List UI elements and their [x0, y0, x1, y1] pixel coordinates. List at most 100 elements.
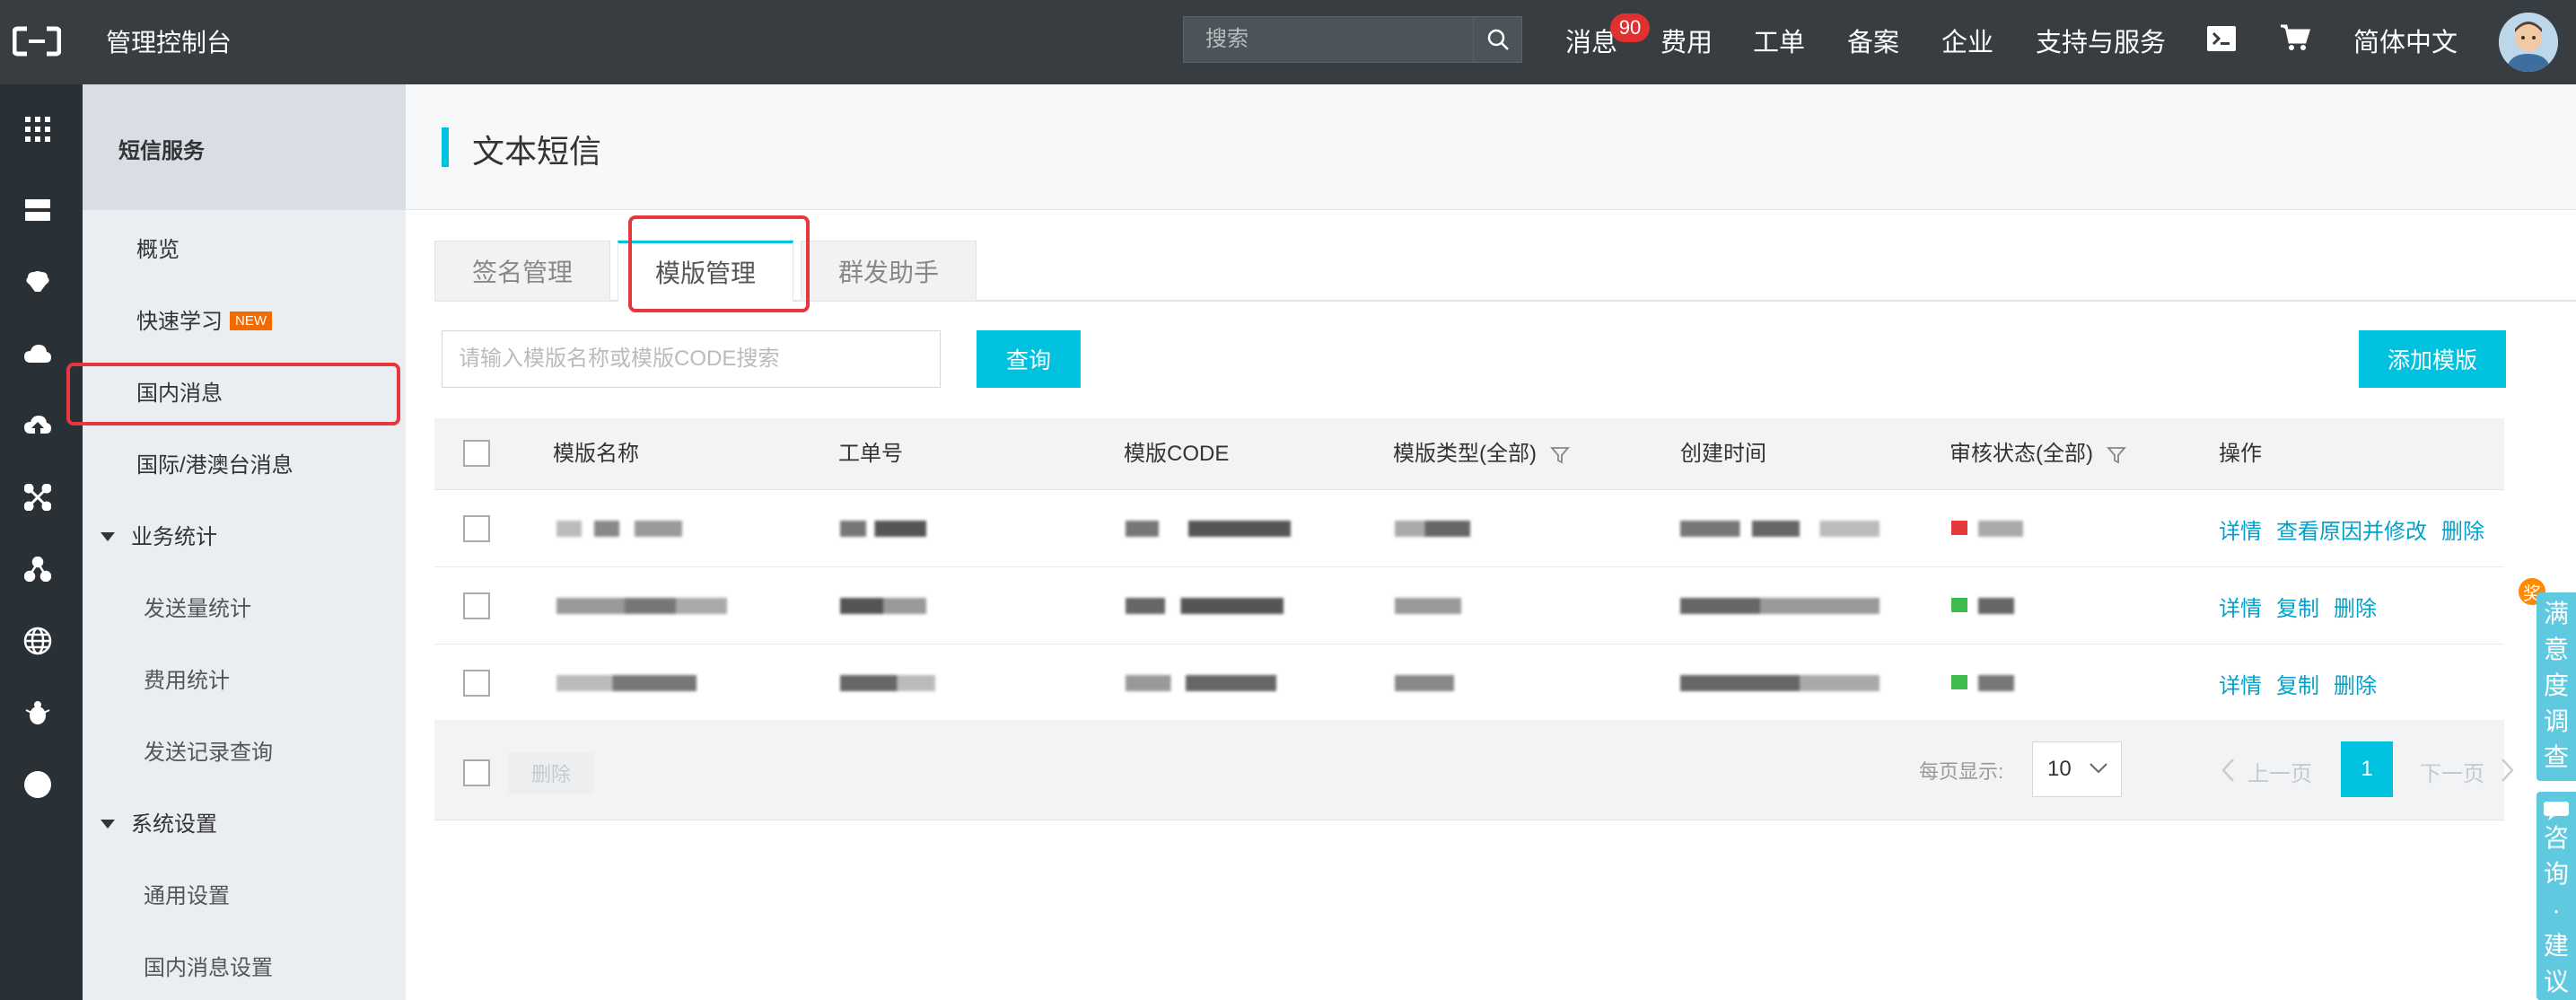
chevron-right-icon[interactable] [2501, 758, 2515, 783]
sidebar-item-domestic-settings[interactable]: 国内消息设置 [144, 950, 273, 981]
consult-label: 咨询·建议 [2544, 824, 2570, 996]
column-header-status[interactable]: 审核状态(全部) [1950, 418, 2126, 490]
status-approved-icon [1951, 598, 1967, 612]
cluster-icon[interactable] [20, 551, 56, 587]
redacted-template-name [556, 598, 727, 614]
detail-link[interactable]: 详情 [2219, 668, 2262, 699]
redacted-template-type [1395, 598, 1461, 614]
sidebar-group-stats[interactable]: 业务统计 [101, 519, 217, 550]
network-icon[interactable] [20, 479, 56, 515]
nav-icp[interactable]: 备案 [1847, 22, 1899, 59]
sidebar-group-label: 业务统计 [131, 525, 217, 549]
detail-link[interactable]: 详情 [2219, 591, 2262, 622]
page-title: 文本短信 [472, 133, 602, 170]
redacted-template-code [1126, 675, 1276, 691]
status-approved-icon [1951, 675, 1967, 689]
sidebar-item-cost-stats[interactable]: 费用统计 [144, 662, 230, 694]
bug-icon[interactable] [20, 695, 56, 731]
footer-select-all-checkbox[interactable] [463, 759, 490, 786]
nav-support[interactable]: 支持与服务 [2036, 22, 2166, 59]
add-template-button[interactable]: 添加模版 [2359, 330, 2506, 388]
view-reason-link[interactable]: 查看原因并修改 [2276, 513, 2427, 545]
message-count-badge: 90 [1610, 13, 1650, 42]
detail-link[interactable]: 详情 [2219, 513, 2262, 545]
column-header-actions: 操作 [2219, 442, 2262, 466]
tab-signature[interactable]: 签名管理 [434, 241, 610, 302]
server-icon[interactable] [20, 192, 56, 228]
prev-page-button[interactable]: 上一页 [2247, 756, 2312, 787]
aliyun-logo-icon[interactable] [13, 23, 61, 59]
query-button[interactable]: 查询 [977, 330, 1081, 388]
cart-icon[interactable] [2280, 23, 2310, 52]
satisfaction-survey-tab[interactable]: 满意度调查 [2537, 592, 2576, 781]
row-checkbox[interactable] [463, 670, 490, 697]
nav-billing[interactable]: 费用 [1660, 22, 1713, 59]
search-button[interactable] [1473, 17, 1521, 62]
avatar[interactable] [2499, 13, 2558, 72]
bulk-delete-button[interactable]: 删除 [508, 752, 594, 794]
sidebar-item-send-records[interactable]: 发送记录查询 [144, 734, 273, 766]
delete-link[interactable]: 删除 [2441, 513, 2484, 545]
template-search-input[interactable] [442, 330, 941, 388]
sidebar-title: 短信服务 [118, 139, 205, 163]
caret-down-icon [101, 531, 115, 541]
column-header-type[interactable]: 模版类型(全部) [1393, 418, 1570, 490]
table-row: 详情 复制 删除 [434, 645, 2504, 722]
delete-link[interactable]: 删除 [2334, 668, 2377, 699]
column-header-label: 审核状态(全部) [1950, 442, 2093, 466]
search-icon [1487, 29, 1509, 50]
nav-language[interactable]: 简体中文 [2353, 22, 2458, 59]
grid-icon[interactable] [20, 111, 56, 147]
copy-link[interactable]: 复制 [2276, 668, 2319, 699]
nav-enterprise[interactable]: 企业 [1941, 22, 1993, 59]
global-search [1183, 16, 1522, 63]
sidebar-item-international[interactable]: 国际/港澳台消息 [136, 447, 294, 478]
next-page-button[interactable]: 下一页 [2420, 756, 2484, 787]
cloud-upload-icon[interactable] [20, 408, 56, 443]
filter-icon[interactable] [1549, 445, 1570, 465]
chevron-left-icon[interactable] [2221, 758, 2235, 783]
tab-bulk-send[interactable]: 群发助手 [801, 241, 977, 302]
circle-icon[interactable] [20, 767, 56, 803]
redacted-created-time [1680, 598, 1879, 614]
product-icon-rail [0, 84, 83, 1000]
redacted-template-type [1395, 521, 1470, 537]
copy-link[interactable]: 复制 [2276, 591, 2319, 622]
highlight-box-template-tab [628, 215, 810, 312]
sidebar-item-general-settings[interactable]: 通用设置 [144, 878, 230, 909]
status-rejected-icon [1951, 521, 1967, 535]
redacted-status-text [1978, 521, 2023, 537]
page-size-select[interactable]: 10 [2032, 741, 2122, 797]
page-1-button[interactable]: 1 [2341, 741, 2393, 797]
column-header-name: 模版名称 [553, 442, 639, 466]
sidebar-item-send-stats[interactable]: 发送量统计 [144, 591, 251, 622]
row-checkbox[interactable] [463, 515, 490, 542]
sidebar-item-quick-learn[interactable]: 快速学习 NEW [136, 303, 272, 335]
sidebar-group-label: 系统设置 [131, 812, 217, 837]
sidebar-item-overview[interactable]: 概览 [136, 232, 180, 263]
redacted-template-name [556, 675, 697, 691]
delete-link[interactable]: 删除 [2334, 591, 2377, 622]
cloud-icon[interactable] [20, 336, 56, 372]
service-sidebar: 短信服务 概览 快速学习 NEW 国内消息 国际/港澳台消息 业务统计 发送量统计… [83, 84, 406, 1000]
terminal-icon[interactable] [2206, 25, 2237, 52]
sidebar-group-settings[interactable]: 系统设置 [101, 806, 217, 838]
sidebar-item-label: 快速学习 [136, 310, 223, 334]
consult-tab[interactable]: 咨询·建议 [2537, 792, 2576, 1000]
column-header-ticket: 工单号 [838, 442, 903, 466]
user-avatar-icon [2499, 13, 2558, 72]
redacted-template-code [1126, 598, 1284, 614]
nav-tickets[interactable]: 工单 [1753, 22, 1805, 59]
redacted-ticket-number [840, 521, 926, 537]
page-header [406, 84, 2576, 210]
row-checkbox[interactable] [463, 592, 490, 619]
globe-icon[interactable] [20, 623, 56, 659]
filter-icon[interactable] [2106, 445, 2126, 465]
select-all-checkbox[interactable] [463, 440, 490, 467]
table-row: 详情 查看原因并修改 删除 [434, 490, 2504, 567]
redacted-ticket-number [840, 598, 926, 614]
page-size-label: 每页显示: [1919, 760, 2004, 783]
global-search-input[interactable] [1184, 17, 1475, 62]
brain-icon[interactable] [20, 264, 56, 300]
app-title[interactable]: 管理控制台 [106, 23, 232, 59]
